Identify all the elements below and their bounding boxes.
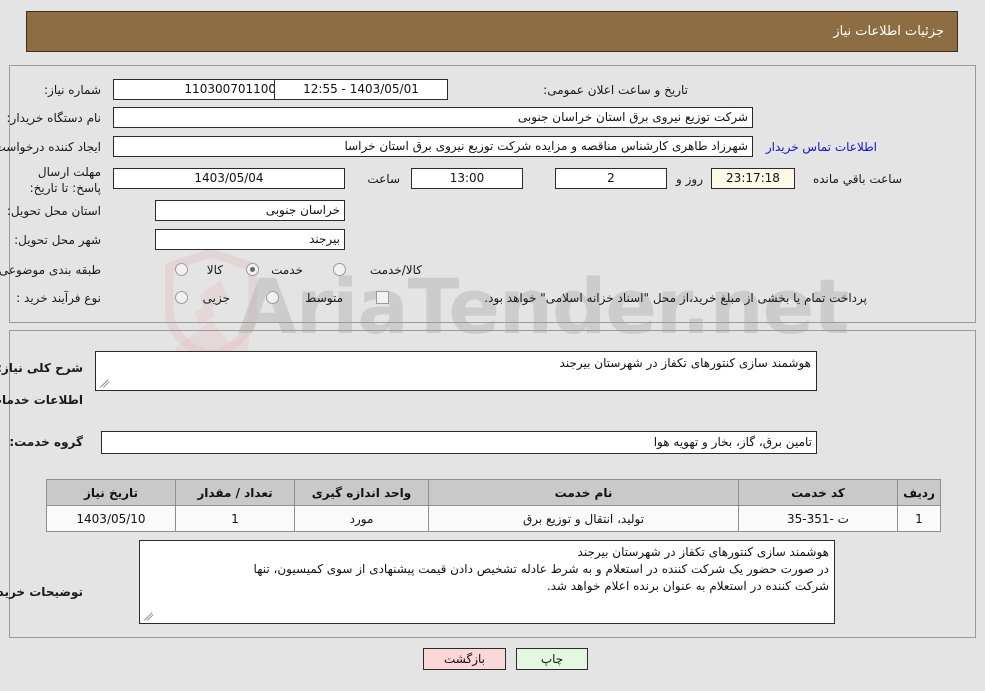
buyer-contact-link[interactable]: اطلاعات تماس خریدار — [766, 139, 877, 155]
deadline-countdown-field: 23:17:18 — [711, 168, 795, 189]
buyer-notes-textarea[interactable]: هوشمند سازی کنتورهای تکفاز در شهرستان بی… — [139, 540, 835, 624]
announce-datetime-field[interactable]: 1403/05/01 - 12:55 — [274, 79, 448, 100]
radio-medium-purchase-label: متوسط — [305, 291, 343, 305]
resize-grip-icon[interactable] — [99, 376, 111, 388]
page-header: جزئیات اطلاعات نیاز — [26, 11, 958, 52]
deadline-countdown-label: ساعت باقي مانده — [812, 172, 902, 186]
treasury-bond-note: پرداخت تمام یا بخشی از مبلغ خرید،از محل … — [484, 291, 867, 305]
radio-service[interactable] — [246, 263, 259, 276]
services-table: ردیف کد خدمت نام خدمت واحد اندازه گیری ت… — [46, 479, 941, 532]
deadline-time-label: ساعت — [367, 172, 400, 186]
deadline-label: مهلت ارسال پاسخ: تا تاریخ: — [29, 165, 101, 195]
table-header-unit: واحد اندازه گیری — [294, 479, 429, 506]
announce-datetime-label: تاریخ و ساعت اعلان عمومی: — [543, 83, 688, 97]
delivery-province-field[interactable]: خراسان جنوبی — [155, 200, 345, 221]
cell-unit: مورد — [294, 505, 429, 532]
deadline-days-field[interactable]: 2 — [555, 168, 667, 189]
treasury-bond-checkbox[interactable] — [376, 291, 389, 304]
buyer-notes-line-2: در صورت حضور یک شرکت کننده در استعلام و … — [253, 562, 829, 576]
general-description-value: هوشمند سازی کنتورهای تکفاز در شهرستان بی… — [559, 356, 811, 370]
radio-minor-purchase-label: جزیی — [202, 291, 230, 305]
radio-goods-service[interactable] — [333, 263, 346, 276]
buyer-org-label: نام دستگاه خریدار: — [6, 111, 102, 125]
table-header-row-number: ردیف — [897, 479, 941, 506]
cell-need-date: 1403/05/10 — [46, 505, 176, 532]
print-button[interactable]: چاپ — [516, 648, 588, 670]
general-description-label: شرح کلی نیاز: — [0, 361, 83, 375]
resize-grip-icon[interactable] — [143, 609, 155, 621]
radio-minor-purchase[interactable] — [175, 291, 188, 304]
need-info-panel — [9, 65, 976, 323]
need-number-label: شماره نیاز: — [44, 83, 101, 97]
back-button[interactable]: بازگشت — [423, 648, 506, 670]
table-header-quantity: تعداد / مقدار — [175, 479, 295, 506]
delivery-city-label: شهر محل تحویل: — [14, 233, 101, 247]
cell-row-number: 1 — [897, 505, 941, 532]
deadline-time-field[interactable]: 13:00 — [411, 168, 523, 189]
buyer-notes-label: توضیحات خریدار: — [0, 585, 83, 599]
deadline-days-label: روز و — [676, 172, 703, 186]
service-group-field[interactable]: تامین برق، گاز، بخار و تهویه هوا — [101, 431, 817, 454]
cell-service-code: ت -351-35 — [738, 505, 898, 532]
cell-service-name: تولید، انتقال و توزیع برق — [428, 505, 739, 532]
table-row: 1 ت -351-35 تولید، انتقال و توزیع برق مو… — [46, 505, 941, 532]
table-header-row: ردیف کد خدمت نام خدمت واحد اندازه گیری ت… — [46, 479, 941, 506]
table-header-service-code: کد خدمت — [738, 479, 898, 506]
table-header-service-name: نام خدمت — [428, 479, 739, 506]
buyer-notes-line-1: هوشمند سازی کنتورهای تکفاز در شهرستان بی… — [577, 545, 829, 559]
page-title: جزئیات اطلاعات نیاز — [833, 24, 944, 39]
delivery-city-field[interactable]: بیرجند — [155, 229, 345, 250]
services-heading: اطلاعات خدمات مورد نیاز — [0, 393, 83, 407]
buyer-org-field[interactable]: شرکت توزیع نیروی برق استان خراسان جنوبی — [113, 107, 753, 128]
radio-service-label: خدمت — [271, 263, 303, 277]
deadline-date-field[interactable]: 1403/05/04 — [113, 168, 345, 189]
radio-goods-service-label: کالا/خدمت — [369, 263, 422, 277]
request-creator-field[interactable]: شهرزاد طاهری کارشناس مناقصه و مزایده شرک… — [113, 136, 753, 157]
radio-goods[interactable] — [175, 263, 188, 276]
buyer-notes-line-3: شرکت کننده در استعلام به عنوان برنده اعل… — [546, 579, 829, 593]
radio-goods-label: کالا — [206, 263, 223, 277]
general-description-textarea[interactable]: هوشمند سازی کنتورهای تکفاز در شهرستان بی… — [95, 351, 817, 391]
cell-quantity: 1 — [175, 505, 295, 532]
purchase-process-label: نوع فرآیند خرید : — [16, 291, 101, 305]
service-group-label: گروه خدمت: — [9, 435, 83, 449]
radio-medium-purchase[interactable] — [266, 291, 279, 304]
table-header-need-date: تاریخ نیاز — [46, 479, 176, 506]
delivery-province-label: استان محل تحویل: — [6, 204, 101, 218]
request-creator-label: ایجاد کننده درخواست: — [0, 140, 101, 154]
subject-classification-label: طبقه بندی موضوعی: — [0, 263, 101, 277]
